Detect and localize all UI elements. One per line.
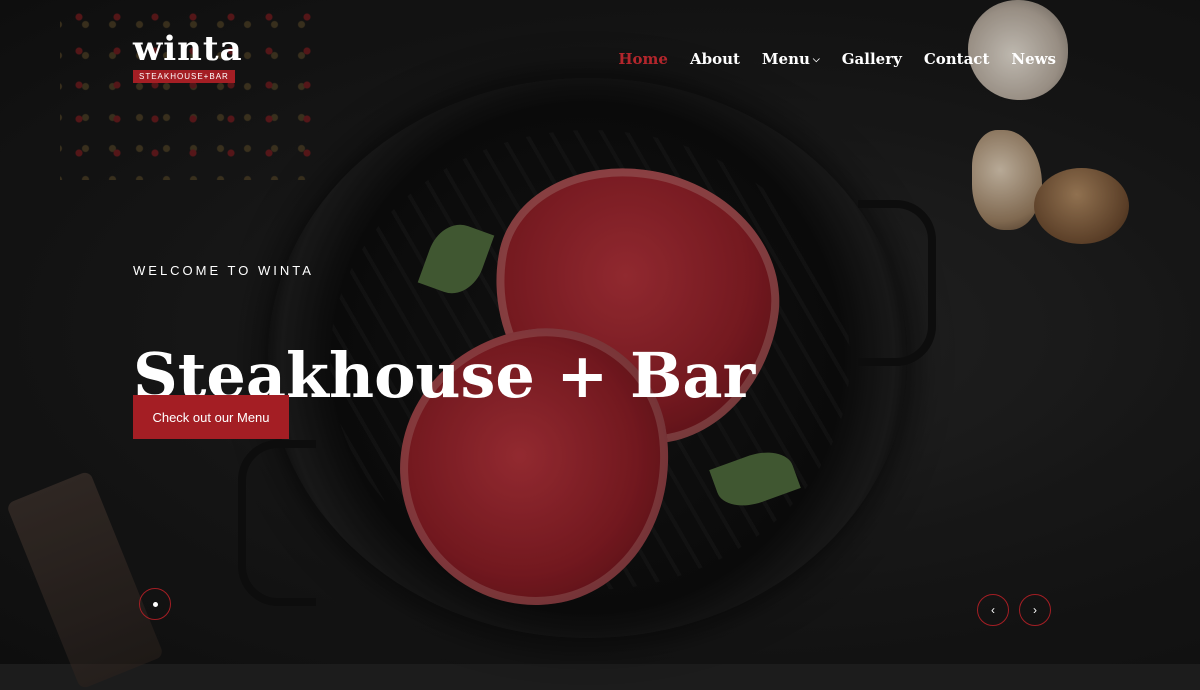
nav-item-home[interactable]: Home: [618, 50, 668, 68]
logo-tagline: STEAKHOUSE+BAR: [133, 70, 235, 83]
slide-indicator[interactable]: [139, 588, 171, 620]
logo-wordmark: winta: [133, 29, 243, 69]
chevron-left-icon: ‹: [991, 603, 995, 617]
dark-overlay: [0, 0, 1200, 664]
slide-dot: [152, 601, 158, 607]
nav-item-menu-label: Menu: [761, 50, 810, 68]
site-logo[interactable]: winta STEAKHOUSE+BAR: [133, 32, 243, 84]
prev-slide-button[interactable]: ‹: [977, 594, 1009, 626]
chevron-right-icon: ›: [1033, 603, 1037, 617]
nav-item-contact[interactable]: Contact: [924, 50, 990, 68]
nav-item-about[interactable]: About: [690, 50, 740, 68]
hero-eyebrow: WELCOME TO WINTA: [133, 263, 314, 278]
main-nav: Home About Menu ⌵ Gallery Contact News: [618, 50, 1056, 68]
menu-cta-button[interactable]: Check out our Menu: [133, 395, 289, 439]
nav-item-menu[interactable]: Menu ⌵: [762, 50, 820, 68]
next-slide-button[interactable]: ›: [1019, 594, 1051, 626]
nav-item-news[interactable]: News: [1011, 50, 1056, 68]
nav-item-gallery[interactable]: Gallery: [842, 50, 902, 68]
chevron-down-icon: ⌵: [812, 55, 820, 65]
